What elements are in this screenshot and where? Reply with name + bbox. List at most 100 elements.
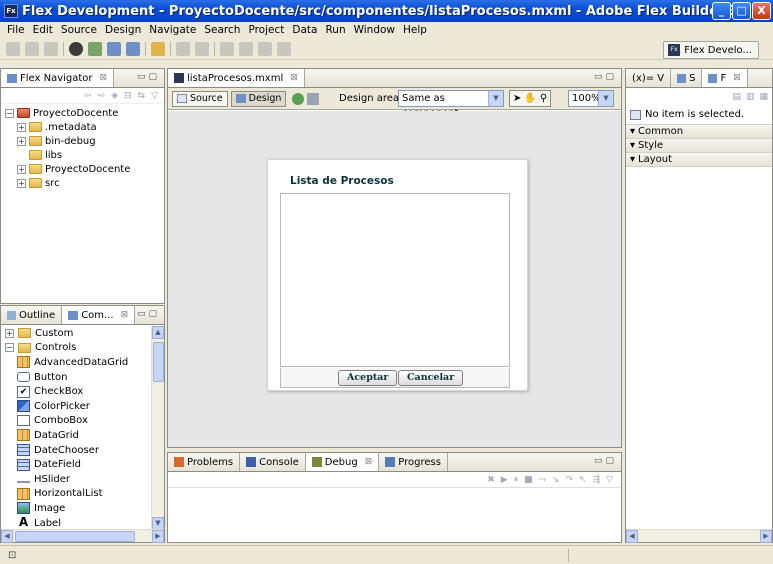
save-icon[interactable] — [25, 41, 39, 56]
components-vertical-scrollbar[interactable]: ▲ ▼ — [151, 326, 164, 530]
menu-data[interactable]: Data — [288, 24, 321, 36]
step-into-icon[interactable]: ↘ — [552, 475, 560, 485]
design-mode-button[interactable]: Design — [230, 90, 287, 107]
expand-icon[interactable]: + — [5, 328, 14, 338]
properties-horizontal-scrollbar[interactable]: ◀ ▶ — [626, 529, 772, 543]
tree-item[interactable]: + .metadata — [5, 120, 164, 134]
component-item[interactable]: HSlider — [5, 472, 151, 487]
component-item[interactable]: DateField — [5, 457, 151, 472]
menu-search[interactable]: Search — [200, 24, 244, 36]
export-icon[interactable] — [126, 41, 140, 56]
component-item[interactable]: DateChooser — [5, 443, 151, 458]
minimize-maximize-icons[interactable]: ▭▢ — [594, 456, 617, 466]
menu-file[interactable]: File — [3, 24, 29, 36]
zoom-tool-icon[interactable]: ⚲ — [540, 93, 547, 104]
component-category[interactable]: + Custom — [5, 326, 151, 341]
menu-run[interactable]: Run — [321, 24, 349, 36]
tab-progress[interactable]: Progress — [379, 453, 448, 471]
states-icon[interactable] — [307, 92, 320, 105]
next-annotation-icon[interactable] — [220, 41, 234, 56]
minimize-maximize-icons[interactable]: ▭▢ — [137, 72, 160, 82]
tab-states[interactable]: S — [671, 69, 703, 87]
terminate-icon[interactable]: ■ — [524, 475, 533, 485]
suspend-icon[interactable]: ⏸ — [514, 475, 519, 485]
forward-icon[interactable] — [277, 41, 291, 56]
view-menu-icon[interactable]: ▽ — [606, 475, 613, 485]
scroll-up-icon[interactable]: ▲ — [152, 326, 164, 339]
tab-components[interactable]: Com... ⊠ — [62, 306, 136, 324]
scroll-right-icon[interactable]: ▶ — [760, 530, 772, 543]
back-icon[interactable] — [258, 41, 272, 56]
expand-icon[interactable]: + — [17, 178, 26, 188]
component-category[interactable]: − Controls — [5, 341, 151, 356]
remove-launch-icon[interactable]: ✖ — [487, 475, 495, 485]
minimize-maximize-icons[interactable]: ▭▢ — [594, 72, 617, 82]
minimize-button[interactable]: _ — [712, 2, 731, 20]
tab-outline[interactable]: Outline — [1, 306, 63, 324]
menu-navigate[interactable]: Navigate — [145, 24, 200, 36]
tab-listaprocesos-mxml[interactable]: listaProcesos.mxml ⊠ — [168, 69, 305, 87]
menu-design[interactable]: Design — [101, 24, 145, 36]
perspective-switcher[interactable]: Fx Flex Develo... — [663, 41, 759, 59]
back-icon[interactable]: ⇦ — [84, 91, 92, 101]
scroll-left-icon[interactable]: ◀ — [1, 530, 13, 543]
edit-icon[interactable] — [176, 41, 190, 56]
toggle-icon[interactable] — [195, 41, 209, 56]
home-icon[interactable]: ◈ — [111, 91, 118, 101]
view-menu-icon[interactable]: ▽ — [151, 91, 158, 101]
component-item[interactable]: HorizontalList — [5, 487, 151, 502]
forward-icon[interactable]: ⇨ — [98, 91, 106, 101]
component-item[interactable]: DataGrid — [5, 428, 151, 443]
tab-problems[interactable]: Problems — [168, 453, 241, 471]
print-icon[interactable] — [44, 41, 58, 56]
expand-icon[interactable]: + — [17, 122, 26, 132]
component-item[interactable]: Button — [5, 370, 151, 385]
component-item[interactable]: A Label — [5, 516, 151, 530]
debug-icon[interactable] — [69, 41, 83, 56]
previous-annotation-icon[interactable] — [239, 41, 253, 56]
profile-icon[interactable] — [107, 41, 121, 56]
standard-view-icon[interactable]: ▤ — [732, 92, 741, 102]
collapse-icon[interactable]: − — [5, 108, 14, 118]
tab-variables[interactable]: (x)= V — [626, 69, 672, 87]
disconnect-icon[interactable]: ⤳ — [539, 475, 546, 485]
tree-item[interactable]: libs — [5, 148, 164, 162]
tab-flex-properties[interactable]: F ⊠ — [702, 69, 748, 87]
tree-item[interactable]: + bin-debug — [5, 134, 164, 148]
pan-tool-icon[interactable]: ✋ — [524, 93, 536, 104]
close-tab-icon[interactable]: ⊠ — [121, 310, 129, 320]
section-common[interactable]: ▾ Common — [626, 125, 772, 139]
tree-item[interactable]: + ProyectoDocente — [5, 162, 164, 176]
category-view-icon[interactable]: ▥ — [746, 92, 755, 102]
close-tab-icon[interactable]: ⊠ — [733, 73, 741, 83]
resume-icon[interactable]: ▶ — [501, 475, 508, 485]
close-tab-icon[interactable]: ⊠ — [365, 457, 373, 467]
minimize-maximize-icons[interactable]: ▭▢ — [137, 309, 160, 319]
scrollbar-thumb[interactable] — [15, 531, 135, 542]
menu-source[interactable]: Source — [57, 24, 101, 36]
close-tab-icon[interactable]: ⊠ — [100, 73, 108, 83]
link-with-editor-icon[interactable]: ⇆ — [138, 91, 146, 101]
zoom-select[interactable]: 100% ▼ — [568, 90, 614, 107]
run-icon[interactable] — [88, 41, 102, 56]
fast-view-icon[interactable]: ⊡ — [8, 550, 16, 561]
section-layout[interactable]: ▾ Layout — [626, 153, 772, 167]
scroll-right-icon[interactable]: ▶ — [152, 530, 164, 543]
process-list[interactable] — [280, 193, 510, 367]
lista-procesos-panel[interactable]: Lista de Procesos Aceptar Cancelar — [267, 159, 528, 391]
tab-console[interactable]: Console — [240, 453, 306, 471]
select-tool-icon[interactable]: ➤ — [513, 93, 521, 104]
alphabetical-view-icon[interactable]: ▦ — [759, 92, 768, 102]
menu-window[interactable]: Window — [350, 24, 399, 36]
window-titlebar[interactable]: Fx Flex Development - ProyectoDocente/sr… — [0, 0, 773, 22]
component-item[interactable]: ColorPicker — [5, 399, 151, 414]
expand-icon[interactable]: + — [17, 136, 26, 146]
cancelar-button[interactable]: Cancelar — [398, 370, 464, 386]
component-item[interactable]: AdvancedDataGrid — [5, 355, 151, 370]
scroll-left-icon[interactable]: ◀ — [626, 530, 638, 543]
tab-debug[interactable]: Debug ⊠ — [305, 453, 380, 471]
section-style[interactable]: ▾ Style — [626, 139, 772, 153]
component-item[interactable]: Image — [5, 501, 151, 516]
step-return-icon[interactable]: ↖ — [579, 475, 587, 485]
use-step-filters-icon[interactable]: ⇶ — [593, 475, 601, 485]
